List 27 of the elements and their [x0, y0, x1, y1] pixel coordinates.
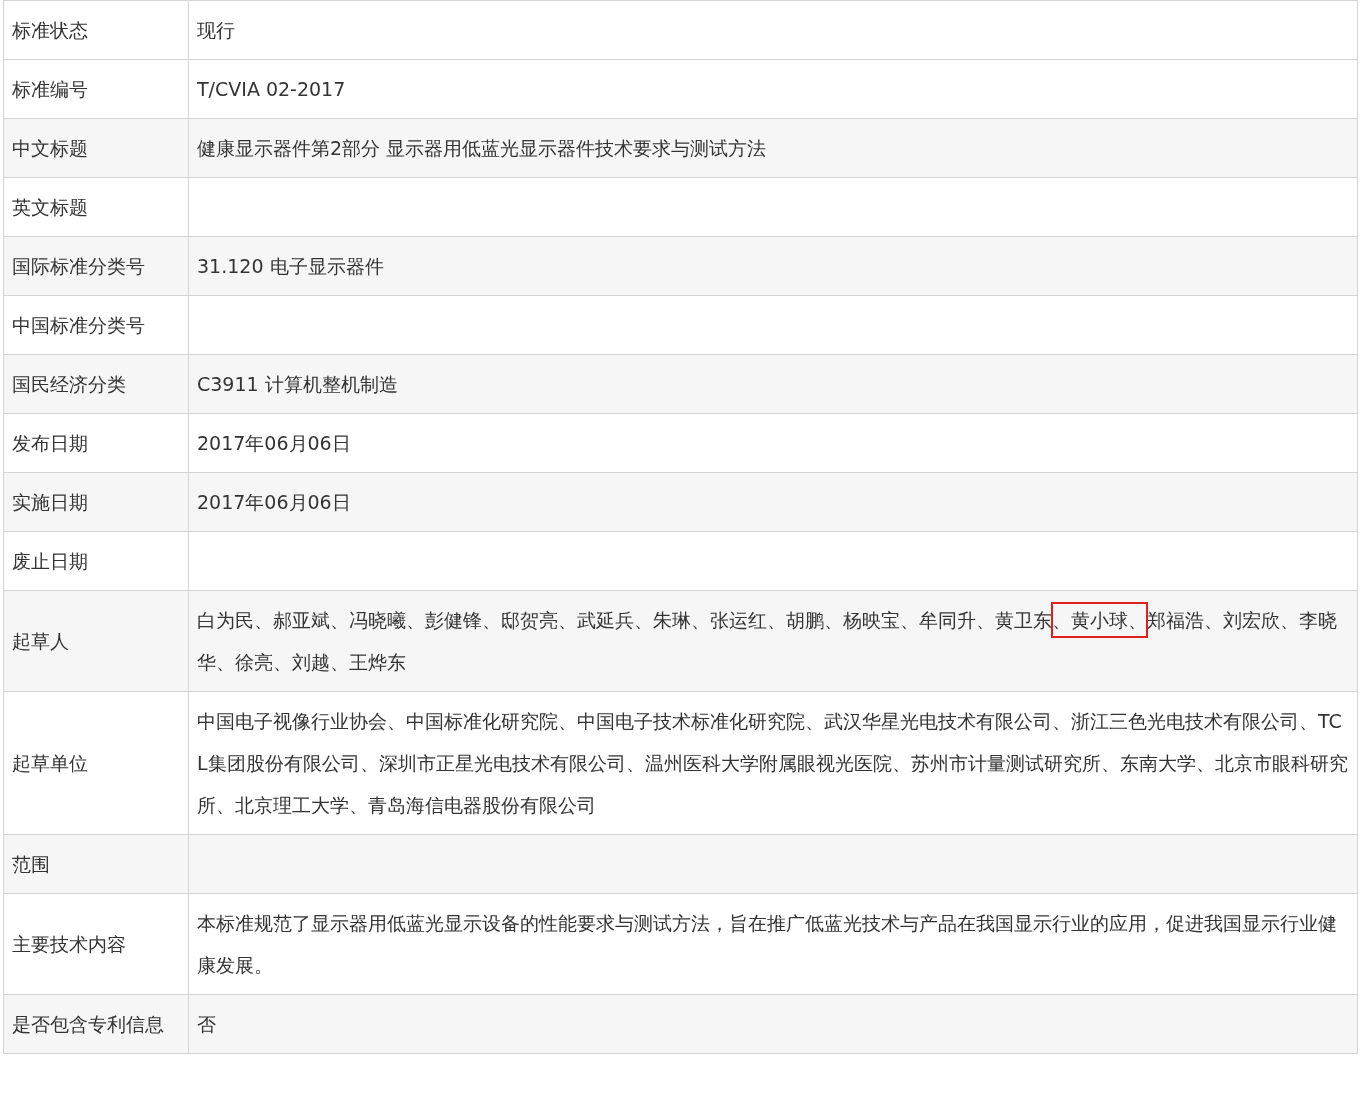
- value-cell: 本标准规范了显示器用低蓝光显示设备的性能要求与测试方法，旨在推广低蓝光技术与产品在我国显示行业的应用，促进我国显示行业健康发展。: [188, 893, 1358, 995]
- label-cell: 起草单位: [3, 691, 189, 835]
- label-cell: 国际标准分类号: [3, 236, 189, 296]
- value-cell: 现行: [188, 0, 1358, 60]
- value-cell: 2017年06月06日: [188, 472, 1358, 532]
- value-cell: 健康显示器件第2部分 显示器用低蓝光显示器件技术要求与测试方法: [188, 118, 1358, 178]
- label-cell: 标准状态: [3, 0, 189, 60]
- drafters-text: 白为民、郝亚斌、冯晓曦、彭健锋、邸贺亮、武延兵、朱琳、张运红、胡鹏、杨映宝、牟同升、黄卫东、黄小球、郑福浩、刘宏欣、李晓华、徐亮、刘越、王烨东: [197, 603, 1337, 673]
- value-cell: 中国电子视像行业协会、中国标准化研究院、中国电子技术标准化研究院、武汉华星光电技术有限公司、浙江三色光电技术有限公司、TCL集团股份有限公司、深圳市正星光电技术有限公司、温州医科大学附属眼视光医院、苏州市计量测试研究所、东南大学、北京市眼科研究所、北京理工大学、青岛海信电器股份有限公司: [188, 691, 1358, 835]
- label-cell: 国民经济分类: [3, 354, 189, 414]
- label-cell: 发布日期: [3, 413, 189, 473]
- value-cell: 31.120 电子显示器件: [188, 236, 1358, 296]
- value-cell: 2017年06月06日: [188, 413, 1358, 473]
- label-cell: 英文标题: [3, 177, 189, 237]
- value-cell: T/CVIA 02-2017: [188, 59, 1358, 119]
- highlight-frame: 、黄小球、: [1052, 603, 1147, 637]
- label-cell: 中文标题: [3, 118, 189, 178]
- label-cell: 废止日期: [3, 531, 189, 591]
- label-cell: 是否包含专利信息: [3, 994, 189, 1054]
- value-cell: 否: [188, 994, 1358, 1054]
- value-cell: C3911 计算机整机制造: [188, 354, 1358, 414]
- label-cell: 范围: [3, 834, 189, 894]
- label-cell: 起草人: [3, 590, 189, 692]
- label-cell: 主要技术内容: [3, 893, 189, 995]
- label-cell: 中国标准分类号: [3, 295, 189, 355]
- label-cell: 标准编号: [3, 59, 189, 119]
- label-cell: 实施日期: [3, 472, 189, 532]
